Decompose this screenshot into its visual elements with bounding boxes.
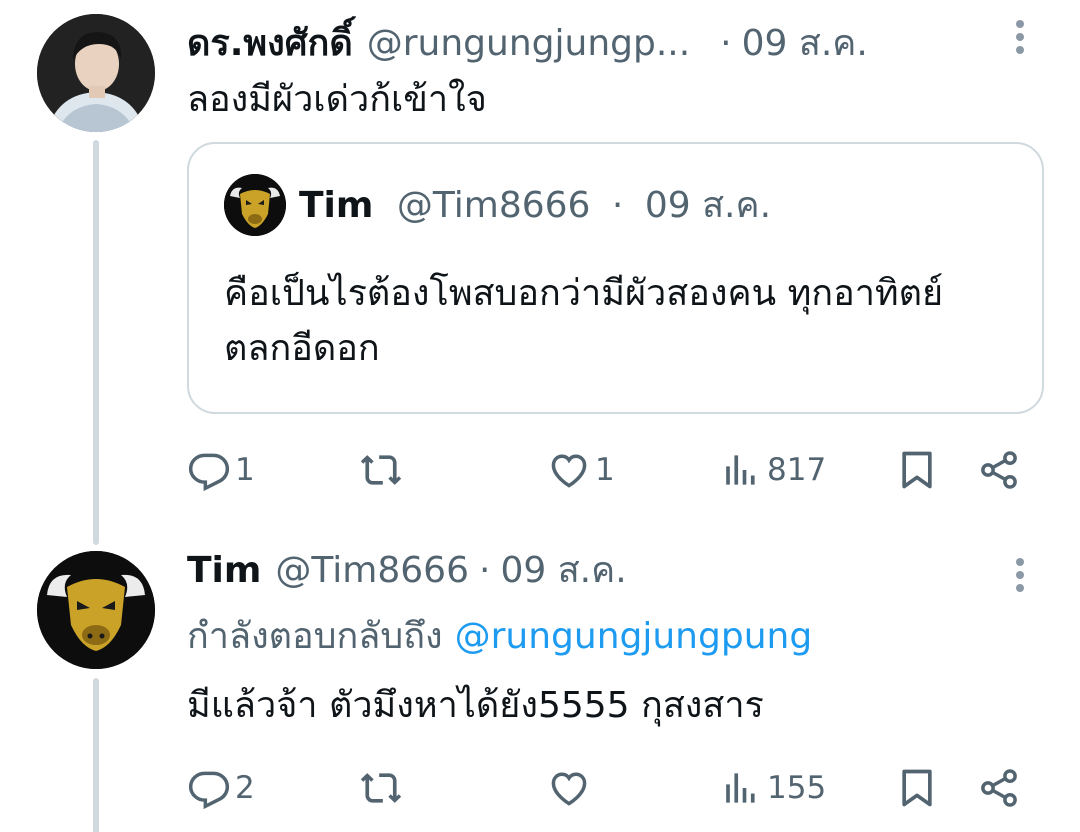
reply-button[interactable]: 1 [187,442,255,498]
retweet-icon [360,455,402,485]
tweet-actions: 1 1 817 [187,442,1047,498]
share-button[interactable] [977,760,1021,816]
thread-line-1 [93,140,99,545]
bookmark-button[interactable] [895,442,939,498]
views-icon [726,455,755,485]
view-count: 817 [767,452,827,488]
tweet-header: Tim @Tim8666 · 09 ส.ค. [187,547,1010,595]
bookmark-button[interactable] [895,760,939,816]
share-icon [981,769,1017,807]
reply-count: 1 [235,452,255,488]
separator-dot: · [720,23,732,64]
bull-logo-avatar [37,551,155,669]
like-button[interactable] [547,760,591,816]
quote-author-handle[interactable]: @Tim8666 [397,185,591,226]
share-button[interactable] [977,442,1021,498]
author-handle[interactable]: @Tim8666 [275,547,469,595]
thread-line-2 [93,678,99,832]
like-button[interactable]: 1 [547,442,615,498]
quote-text: คือเป็นไรต้องโพสบอกว่ามีผัวสองคน ทุกอาทิ… [224,273,944,369]
tweet-header: ดร.พงศักดิ์ @rungungjungp... · 09 ส.ค. [187,20,1010,68]
reply-icon [188,771,230,810]
like-count: 1 [595,452,615,488]
share-icon [981,451,1017,489]
avatar[interactable] [37,551,155,669]
avatar[interactable] [37,14,155,132]
more-icon[interactable] [1010,554,1030,594]
tweet-date[interactable]: 09 ส.ค. [742,20,868,68]
tweet-actions: 2 155 [187,760,1047,816]
reply-button[interactable]: 2 [187,760,255,816]
views-button[interactable]: 817 [717,442,826,498]
replying-to-label: กำลังตอบกลับถึง [187,616,443,657]
replying-to: กำลังตอบกลับถึง @rungungjungpung [187,613,812,661]
author-name[interactable]: ดร.พงศักดิ์ [187,20,353,68]
author-handle[interactable]: @rungungjungp... [367,20,690,68]
quote-header: Tim @Tim8666 · 09 ส.ค. [299,182,771,230]
reply-icon [188,453,230,492]
views-button[interactable]: 155 [717,760,826,816]
bookmark-icon [902,451,932,489]
bookmark-icon [902,769,932,807]
views-icon [726,773,755,803]
tweet-date[interactable]: 09 ส.ค. [500,547,626,595]
portrait-avatar-image [37,14,155,132]
separator-dot: · [479,550,491,591]
bull-logo-avatar [224,174,286,236]
retweet-button[interactable] [359,442,403,498]
quoted-tweet[interactable]: Tim @Tim8666 · 09 ส.ค. คือเป็นไรต้องโพสบ… [187,142,1044,414]
separator-dot: · [611,185,624,226]
mention-link[interactable]: @rungungjungpung [455,616,813,657]
retweet-button[interactable] [359,760,403,816]
quote-author-name[interactable]: Tim [299,185,373,226]
view-count: 155 [767,770,827,806]
retweet-icon [360,773,402,803]
tweet-text: มีแล้วจ้า ตัวมึงหาได้ยัง5555 กุสงสาร [187,685,764,726]
quote-date[interactable]: 09 ส.ค. [645,185,771,226]
reply-count: 2 [235,770,255,806]
author-name[interactable]: Tim [187,547,261,595]
tweet-text: ลองมีผัวเด่วก้เข้าใจ [187,79,487,120]
more-icon[interactable] [1010,16,1030,56]
like-icon [551,454,587,488]
like-icon [551,772,587,806]
